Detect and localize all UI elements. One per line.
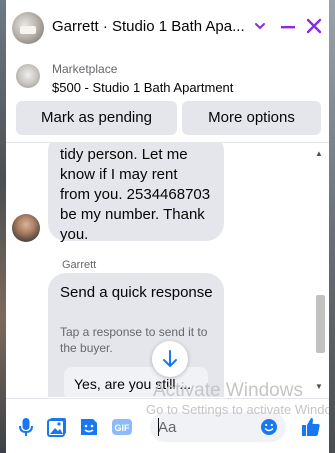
chat-window: Garrett · Studio 1 Bath Apa... Marketpla… (6, 0, 329, 453)
mark-as-pending-button[interactable]: Mark as pending (16, 101, 177, 135)
text-caret (158, 418, 159, 436)
scroll-down-arrow-icon[interactable]: ▼ (315, 382, 323, 391)
listing-title[interactable]: $500 - Studio 1 Bath Apartment (52, 80, 233, 95)
sender-name: Garrett (62, 259, 97, 271)
emoji-icon[interactable] (260, 418, 278, 436)
message-scrollbar[interactable]: ▲ ▼ (311, 143, 329, 397)
svg-text:GIF: GIF (115, 423, 131, 433)
microphone-icon[interactable] (14, 415, 38, 439)
incoming-message-bubble: tidy person. Let me know if I may rent f… (48, 143, 224, 243)
conversation-title[interactable]: Garrett · Studio 1 Bath Apa... (52, 18, 248, 35)
activate-windows-watermark: Activate Windows (153, 380, 303, 401)
photo-icon[interactable] (45, 415, 69, 439)
marketplace-listing-banner: Marketplace $500 - Studio 1 Bath Apartme… (6, 56, 329, 143)
sticker-icon[interactable] (77, 415, 101, 439)
quick-response-title: Send a quick response (60, 284, 213, 301)
close-icon[interactable] (304, 16, 324, 36)
scrollbar-thumb[interactable] (316, 295, 325, 353)
quick-response-subtitle: Tap a response to send it to the buyer. (60, 325, 208, 355)
more-options-button[interactable]: More options (182, 101, 321, 135)
message-text: tidy person. Let me know if I may rent f… (60, 146, 211, 243)
chevron-down-icon[interactable] (254, 17, 266, 35)
scroll-up-arrow-icon[interactable]: ▲ (315, 149, 323, 158)
minimize-icon[interactable] (278, 17, 298, 37)
activate-windows-subtext: Go to Settings to activate Windows. (146, 402, 329, 417)
arrow-down-icon (163, 350, 177, 367)
listing-thumbnail[interactable] (16, 64, 40, 88)
scroll-to-bottom-button[interactable] (152, 341, 188, 377)
sender-avatar[interactable] (12, 214, 40, 242)
chat-header: Garrett · Studio 1 Bath Apa... (6, 0, 329, 57)
like-thumbs-up-icon[interactable] (299, 415, 323, 439)
quick-response-card: Send a quick response Tap a response to … (48, 273, 224, 397)
conversation-avatar[interactable] (12, 12, 44, 44)
message-list: tidy person. Let me know if I may rent f… (6, 143, 329, 397)
desktop-background-right (329, 0, 335, 453)
gif-icon[interactable]: GIF (110, 415, 134, 439)
listing-source-label: Marketplace (52, 62, 118, 76)
